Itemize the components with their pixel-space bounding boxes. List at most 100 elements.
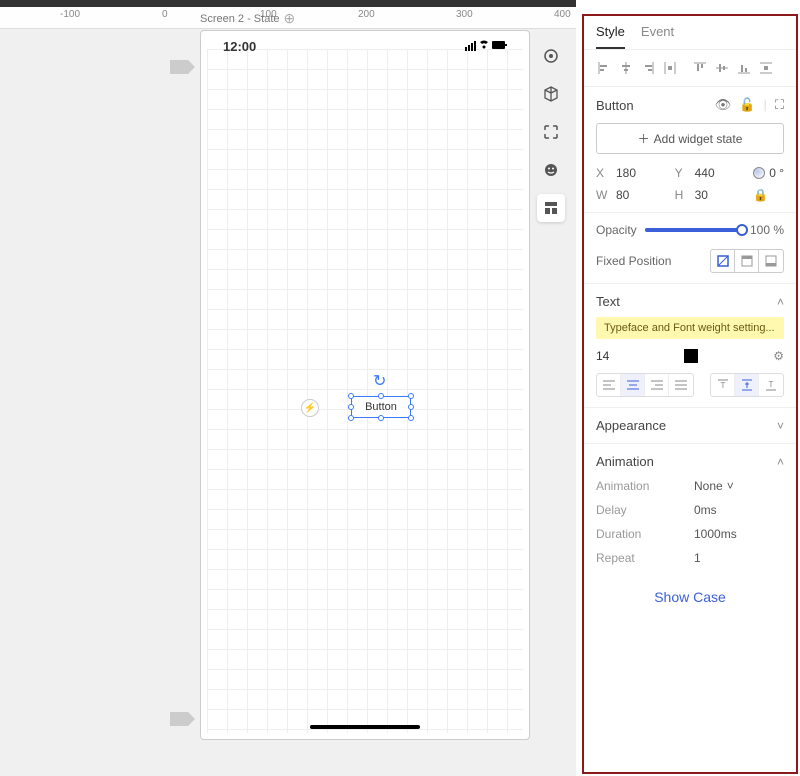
fixed-bottom-icon[interactable]	[759, 250, 783, 272]
chevron-down-icon: ˅	[777, 419, 784, 433]
text-valign-top-icon[interactable]: T	[711, 374, 735, 396]
distribute-h-icon[interactable]	[660, 58, 680, 78]
anim-repeat-value[interactable]: 1	[694, 551, 784, 565]
anim-type-dropdown[interactable]: None ˅	[694, 479, 784, 493]
text-section: Text ˄ Typeface and Font weight setting.…	[584, 284, 796, 408]
rotate-icon[interactable]: ↻	[373, 371, 386, 391]
fixed-position-label: Fixed Position	[596, 254, 671, 268]
fixed-top-icon[interactable]	[735, 250, 759, 272]
svg-text:T: T	[769, 380, 774, 389]
target-icon[interactable]	[537, 42, 565, 70]
coord-h-value[interactable]: 30	[695, 188, 748, 202]
resize-handle[interactable]	[348, 415, 354, 421]
font-size-value[interactable]: 14	[596, 349, 609, 363]
anim-delay-key: Delay	[596, 503, 686, 517]
screen-menu-icon[interactable]: ⊕	[284, 10, 296, 27]
top-bar	[0, 0, 576, 7]
ruler-tick: 400	[554, 9, 571, 20]
rotation-value[interactable]: 0 °	[769, 166, 784, 180]
appearance-label: Appearance	[596, 418, 666, 433]
home-indicator	[310, 725, 420, 729]
lock-aspect-icon[interactable]: 🔒	[753, 188, 784, 202]
ruler-tick: 0	[162, 9, 168, 20]
chevron-up-icon[interactable]: ˄	[777, 455, 784, 469]
distribute-v-icon[interactable]	[756, 58, 776, 78]
resize-handle[interactable]	[348, 393, 354, 399]
screen-name: Screen 2 - State	[200, 13, 280, 25]
opacity-value[interactable]: 100 %	[750, 223, 784, 237]
fixed-position-buttons	[710, 249, 784, 273]
text-valign-bottom-icon[interactable]: T	[759, 374, 783, 396]
coord-w-value[interactable]: 80	[616, 188, 669, 202]
opacity-label: Opacity	[596, 223, 637, 237]
expand-icon[interactable]	[537, 118, 565, 146]
rotation-indicator-icon[interactable]	[753, 167, 765, 179]
coord-w-key: W	[596, 188, 610, 202]
svg-text:T: T	[720, 381, 725, 390]
resize-handle[interactable]	[408, 404, 414, 410]
tab-event[interactable]: Event	[641, 24, 674, 49]
fixed-none-icon[interactable]	[711, 250, 735, 272]
widget-section: Button 👁 🔓 | ⛶ ＋ Add widget state X 180 …	[584, 87, 796, 213]
opacity-slider[interactable]	[645, 228, 742, 232]
chevron-up-icon[interactable]: ˄	[777, 295, 784, 309]
tool-strip	[536, 42, 566, 222]
chevron-down-icon: ˅	[727, 479, 734, 493]
ruler-tick: -100	[60, 9, 80, 20]
anim-type-key: Animation	[596, 479, 686, 493]
typeface-dropdown[interactable]: Typeface and Font weight setting...	[596, 317, 784, 339]
resize-handle[interactable]	[378, 393, 384, 399]
font-color-swatch[interactable]	[684, 349, 698, 363]
page-marker[interactable]	[170, 712, 188, 726]
text-align-center-icon[interactable]	[621, 374, 645, 396]
text-section-label: Text	[596, 294, 620, 309]
align-center-h-icon[interactable]	[616, 58, 636, 78]
anim-duration-value[interactable]: 1000ms	[694, 527, 784, 541]
smiley-icon[interactable]	[537, 156, 565, 184]
align-right-icon[interactable]	[638, 58, 658, 78]
resize-handle[interactable]	[408, 415, 414, 421]
align-left-icon[interactable]	[594, 58, 614, 78]
layout-icon[interactable]	[537, 194, 565, 222]
opacity-section: Opacity 100 % Fixed Position	[584, 213, 796, 284]
gear-icon[interactable]: ⚙	[773, 349, 784, 363]
lock-icon[interactable]: 🔓	[739, 97, 755, 113]
coord-y-value[interactable]: 440	[695, 166, 748, 180]
plus-icon: ＋	[638, 130, 650, 147]
status-icons	[465, 39, 507, 54]
inspector-panel: Style Event Button 👁 🔓 | ⛶ ＋ Add widget …	[582, 14, 798, 774]
tab-style[interactable]: Style	[596, 24, 625, 49]
connector-handle-icon[interactable]: ⚡	[301, 399, 319, 417]
appearance-section[interactable]: Appearance ˅	[584, 408, 796, 444]
text-valign-middle-icon[interactable]	[735, 374, 759, 396]
coord-x-key: X	[596, 166, 610, 180]
anim-duration-key: Duration	[596, 527, 686, 541]
animation-label: Animation	[596, 454, 654, 469]
resize-handle[interactable]	[378, 415, 384, 421]
add-state-label: Add widget state	[654, 132, 743, 146]
status-time: 12:00	[223, 39, 256, 54]
text-align-justify-icon[interactable]	[669, 374, 693, 396]
visibility-icon[interactable]: 👁	[715, 97, 732, 113]
animation-section: Animation ˄ Animation None ˅ Delay 0ms D…	[584, 444, 796, 575]
anim-repeat-key: Repeat	[596, 551, 686, 565]
text-align-right-icon[interactable]	[645, 374, 669, 396]
phone-status-bar: 12:00	[201, 31, 529, 62]
fullscreen-icon[interactable]: ⛶	[775, 97, 784, 113]
text-align-left-icon[interactable]	[597, 374, 621, 396]
screen-label[interactable]: Screen 2 - State ⊕	[200, 10, 295, 27]
resize-handle[interactable]	[348, 404, 354, 410]
coord-x-value[interactable]: 180	[616, 166, 669, 180]
resize-handle[interactable]	[408, 393, 414, 399]
cube-icon[interactable]	[537, 80, 565, 108]
page-marker[interactable]	[170, 60, 188, 74]
add-widget-state-button[interactable]: ＋ Add widget state	[596, 123, 784, 154]
align-bottom-icon[interactable]	[734, 58, 754, 78]
showcase-link[interactable]: Show Case	[584, 575, 796, 609]
align-top-icon[interactable]	[690, 58, 710, 78]
align-middle-v-icon[interactable]	[712, 58, 732, 78]
canvas-workspace[interactable]: -100 0 100 200 300 400 Screen 2 - State …	[0, 0, 576, 776]
ruler-tick: 300	[456, 9, 473, 20]
coord-h-key: H	[675, 188, 689, 202]
anim-delay-value[interactable]: 0ms	[694, 503, 784, 517]
